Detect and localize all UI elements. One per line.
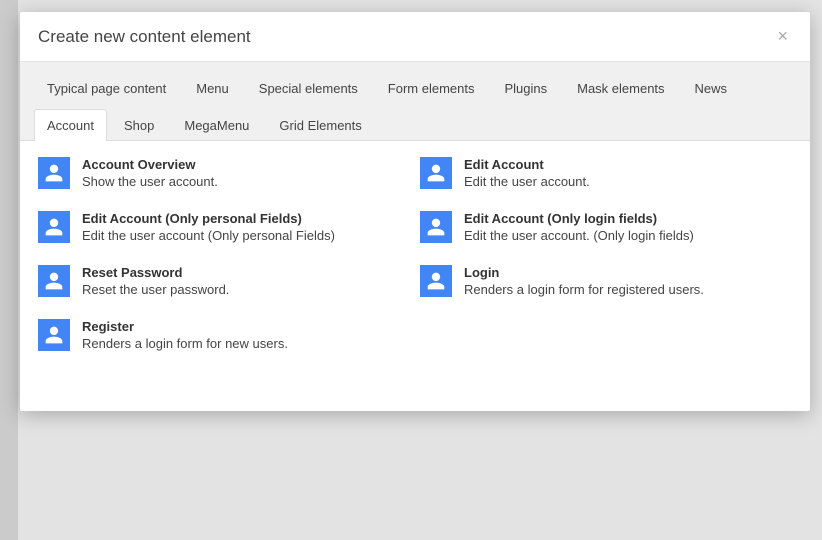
modal-title: Create new content element	[38, 27, 251, 47]
element-title: Reset Password	[82, 265, 229, 280]
user-icon	[420, 265, 452, 297]
element-desc: Edit the user account.	[464, 174, 590, 189]
element-register[interactable]: Register Renders a login form for new us…	[38, 319, 410, 351]
element-title: Register	[82, 319, 288, 334]
user-icon	[38, 211, 70, 243]
user-icon	[38, 157, 70, 189]
tab-news[interactable]: News	[682, 72, 741, 104]
element-title: Edit Account (Only personal Fields)	[82, 211, 335, 226]
close-button[interactable]: ×	[773, 26, 792, 47]
tab-grid-elements[interactable]: Grid Elements	[266, 109, 374, 141]
element-account-overview[interactable]: Account Overview Show the user account.	[38, 157, 410, 189]
tabs-row-1: Typical page content Menu Special elemen…	[20, 62, 810, 141]
tab-typical-page-content[interactable]: Typical page content	[34, 72, 179, 104]
element-title: Edit Account (Only login fields)	[464, 211, 694, 226]
element-title: Edit Account	[464, 157, 590, 172]
element-text: Reset Password Reset the user password.	[82, 265, 229, 297]
element-reset-password[interactable]: Reset Password Reset the user password.	[38, 265, 410, 297]
elements-grid: Account Overview Show the user account. …	[20, 141, 810, 411]
element-desc: Renders a login form for registered user…	[464, 282, 704, 297]
user-icon	[38, 265, 70, 297]
element-text: Login Renders a login form for registere…	[464, 265, 704, 297]
element-desc: Edit the user account. (Only login field…	[464, 228, 694, 243]
element-text: Register Renders a login form for new us…	[82, 319, 288, 351]
create-content-element-modal: Create new content element × Typical pag…	[20, 12, 810, 411]
element-title: Account Overview	[82, 157, 218, 172]
element-title: Login	[464, 265, 704, 280]
modal-header: Create new content element ×	[20, 12, 810, 62]
element-desc: Renders a login form for new users.	[82, 336, 288, 351]
tab-form-elements[interactable]: Form elements	[375, 72, 488, 104]
tab-special-elements[interactable]: Special elements	[246, 72, 371, 104]
user-icon	[420, 157, 452, 189]
tab-shop[interactable]: Shop	[111, 109, 167, 141]
tab-menu[interactable]: Menu	[183, 72, 242, 104]
element-text: Account Overview Show the user account.	[82, 157, 218, 189]
element-desc: Edit the user account (Only personal Fie…	[82, 228, 335, 243]
element-text: Edit Account (Only personal Fields) Edit…	[82, 211, 335, 243]
element-desc: Show the user account.	[82, 174, 218, 189]
tab-account[interactable]: Account	[34, 109, 107, 141]
element-text: Edit Account Edit the user account.	[464, 157, 590, 189]
element-desc: Reset the user password.	[82, 282, 229, 297]
element-text: Edit Account (Only login fields) Edit th…	[464, 211, 694, 243]
tab-mask-elements[interactable]: Mask elements	[564, 72, 677, 104]
user-icon	[38, 319, 70, 351]
element-edit-account[interactable]: Edit Account Edit the user account.	[420, 157, 792, 189]
user-icon	[420, 211, 452, 243]
tab-megamenu[interactable]: MegaMenu	[171, 109, 262, 141]
element-edit-account-personal[interactable]: Edit Account (Only personal Fields) Edit…	[38, 211, 410, 243]
element-login[interactable]: Login Renders a login form for registere…	[420, 265, 792, 297]
tab-plugins[interactable]: Plugins	[491, 72, 560, 104]
element-edit-account-login[interactable]: Edit Account (Only login fields) Edit th…	[420, 211, 792, 243]
